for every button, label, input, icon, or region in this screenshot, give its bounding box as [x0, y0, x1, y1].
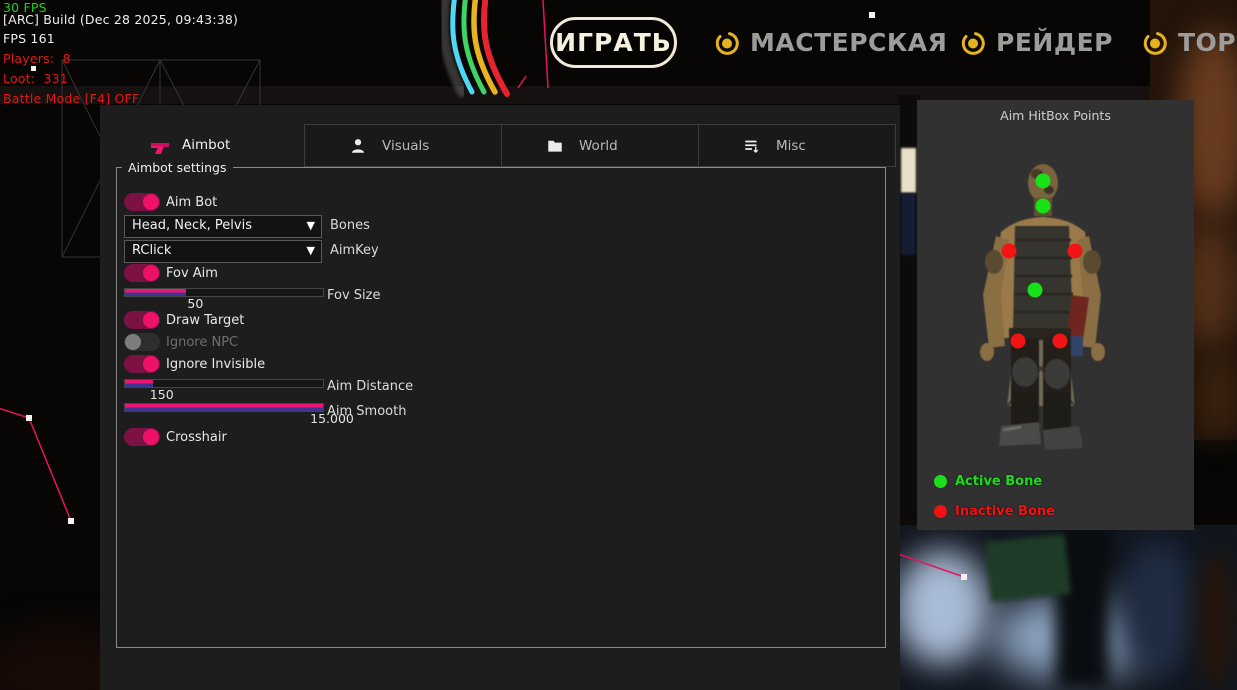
ignore-invisible-toggle[interactable]: [124, 355, 160, 373]
loot-count-text: Loot: 331: [3, 71, 68, 86]
inactive-bone-point: [1002, 244, 1017, 259]
legend-label: Active Bone: [955, 474, 1042, 489]
coin-icon: [1142, 30, 1168, 56]
fov-aim-toggle[interactable]: [124, 264, 160, 282]
person-icon: [349, 137, 367, 155]
toggle-knob: [143, 312, 159, 328]
fov-aim-label: Fov Aim: [166, 266, 218, 281]
crosshair-toggle[interactable]: [124, 428, 160, 446]
coin-icon: [714, 30, 740, 56]
tab-label: World: [579, 138, 618, 154]
rainbow-streak: [444, 0, 507, 94]
toggle-knob: [143, 194, 159, 210]
legend-label: Inactive Bone: [955, 504, 1055, 519]
group-title: Aimbot settings: [122, 160, 233, 175]
play-button[interactable]: ИГРАТЬ: [550, 17, 677, 68]
bones-label: Bones: [330, 218, 370, 233]
aim-distance-value: 150: [150, 387, 174, 402]
cheat-menu-panel: Aimbot Visuals World Misc Aimbot settin: [100, 105, 900, 690]
active-bone-dot: [934, 475, 947, 488]
dropdown-value: RClick: [132, 243, 171, 258]
crosshair-label: Crosshair: [166, 430, 227, 445]
coin-icon: [960, 30, 986, 56]
fov-size-label: Fov Size: [327, 288, 380, 303]
draw-target-toggle[interactable]: [124, 311, 160, 329]
players-count-text: Players: 8: [3, 51, 71, 66]
aim-bot-toggle[interactable]: [124, 193, 160, 211]
build-info-text: [ARC] Build (Dec 28 2025, 09:43:38): [3, 12, 238, 27]
aim-distance-label: Aim Distance: [327, 379, 413, 394]
ignore-npc-label: Ignore NPC: [166, 335, 238, 350]
bones-dropdown[interactable]: Head, Neck, Pelvis ▼: [124, 215, 322, 238]
tab-label: Visuals: [382, 138, 429, 154]
dropdown-value: Head, Neck, Pelvis: [132, 218, 252, 233]
tab-misc[interactable]: Misc: [698, 124, 896, 167]
tab-label: Aimbot: [182, 137, 230, 153]
inactive-bone-dot: [934, 505, 947, 518]
battle-mode-text: Battle Mode [F4] OFF: [3, 91, 139, 106]
tab-visuals[interactable]: Visuals: [304, 124, 502, 167]
draw-target-label: Draw Target: [166, 313, 244, 328]
menu-item-label: ТОРГО: [1178, 28, 1237, 57]
toggle-knob: [143, 429, 159, 445]
aimkey-dropdown[interactable]: RClick ▼: [124, 240, 322, 263]
toggle-knob: [143, 356, 159, 372]
aimkey-label: AimKey: [330, 243, 379, 258]
active-bone-point: [1028, 283, 1043, 298]
chevron-down-icon: ▼: [307, 244, 315, 257]
active-bone-point: [1036, 199, 1051, 214]
fps-counter-text: FPS 161: [3, 31, 55, 46]
legend-inactive-bone: Inactive Bone: [934, 504, 1055, 519]
toggle-knob: [125, 334, 141, 350]
menu-item-raider[interactable]: РЕЙДЕР: [960, 28, 1113, 57]
tab-world[interactable]: World: [501, 124, 699, 167]
menu-item-label: РЕЙДЕР: [996, 28, 1113, 57]
ignore-npc-toggle[interactable]: [124, 333, 160, 351]
fov-size-value: 50: [187, 296, 203, 311]
inactive-bone-point: [1011, 334, 1026, 349]
folder-icon: [546, 137, 564, 155]
menu-item-workshop[interactable]: МАСТЕРСКАЯ: [714, 28, 947, 57]
tab-label: Misc: [776, 138, 806, 154]
toggle-knob: [143, 265, 159, 281]
pistol-icon: [150, 141, 170, 157]
screen: 30 FPS [ARC] Build (Dec 28 2025, 09:43:3…: [0, 0, 1237, 690]
filter-list-icon: [743, 137, 761, 155]
slider-fill: [125, 289, 186, 296]
menu-item-trade[interactable]: ТОРГО: [1142, 28, 1237, 57]
active-bone-point: [1036, 174, 1051, 189]
hitbox-panel: Aim HitBox Points: [917, 100, 1194, 530]
chevron-down-icon: ▼: [307, 219, 315, 232]
inactive-bone-point: [1068, 244, 1083, 259]
aim-bot-label: Aim Bot: [166, 195, 217, 210]
aim-smooth-label: Aim Smooth: [327, 404, 406, 419]
legend-active-bone: Active Bone: [934, 474, 1042, 489]
inactive-bone-point: [1053, 334, 1068, 349]
slider-fill: [125, 380, 153, 387]
ignore-invisible-label: Ignore Invisible: [166, 357, 265, 372]
menu-item-label: МАСТЕРСКАЯ: [750, 28, 947, 57]
player-model-preview: [917, 100, 1194, 530]
slider-fill: [125, 404, 323, 411]
